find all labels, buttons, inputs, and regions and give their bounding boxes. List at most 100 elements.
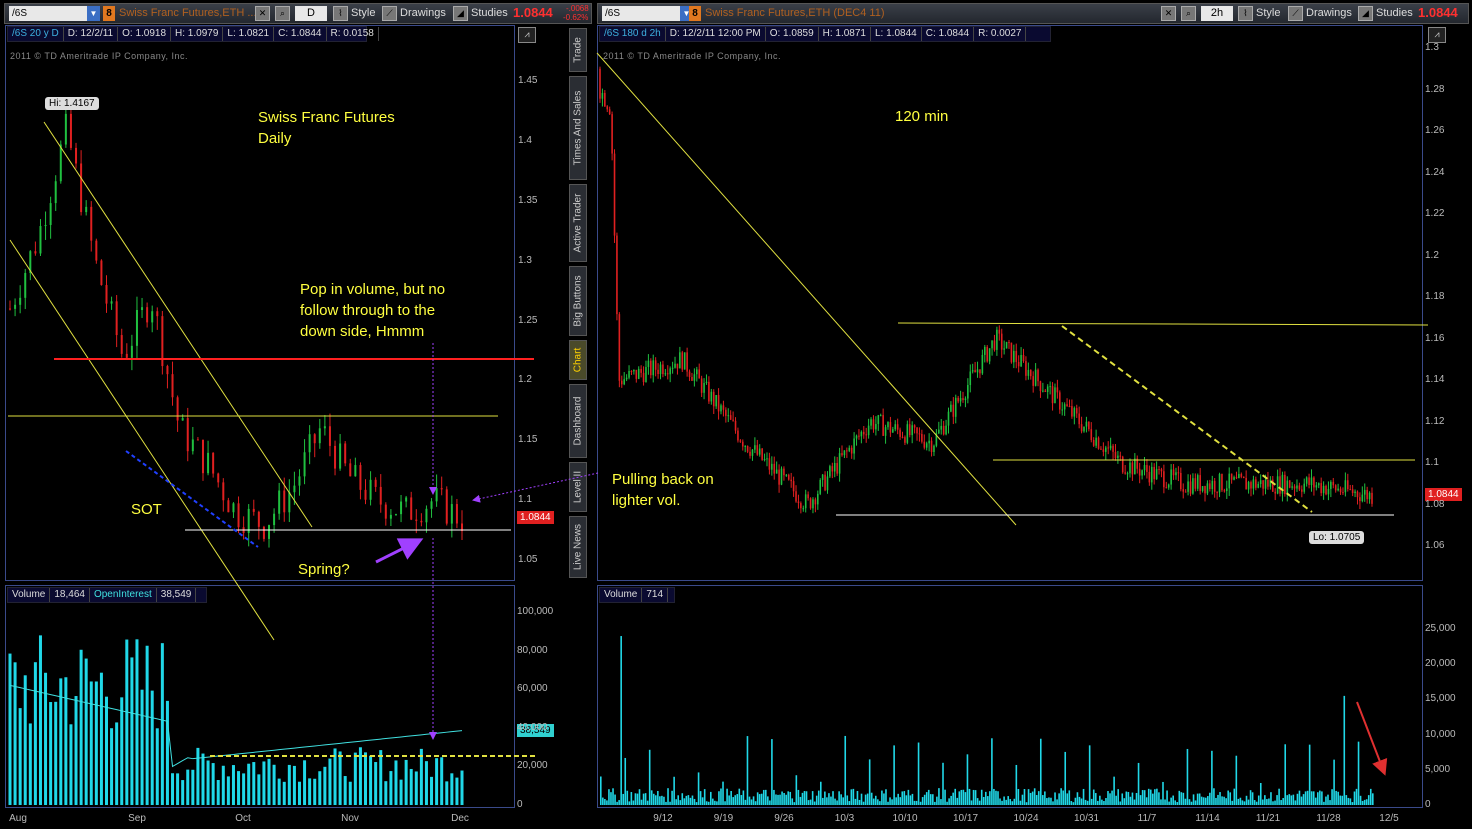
right-candle-body	[623, 379, 626, 385]
left-volume-bar	[272, 764, 276, 805]
right-volume-bar	[624, 757, 627, 805]
right-volume-bar	[1052, 801, 1054, 805]
right-candle-body	[1305, 477, 1308, 484]
right-candle-body	[1199, 475, 1201, 491]
right-volume-bar	[927, 789, 930, 805]
right-candle-body	[599, 68, 601, 99]
right-candle-body	[635, 369, 638, 379]
right-volume-bar	[885, 789, 887, 805]
right-candle-body	[1075, 408, 1078, 414]
left-x-tick: Dec	[451, 813, 469, 824]
right-candle-body	[705, 381, 708, 383]
right-candle-body	[1209, 483, 1211, 490]
left-volume-bar	[181, 780, 185, 805]
left-candle-body	[405, 497, 408, 502]
left-candle-body	[141, 307, 144, 310]
right-candle-body	[618, 314, 621, 381]
left-volume-bar	[23, 675, 27, 805]
right-volume-bar	[1306, 790, 1309, 805]
right-candle-body	[647, 360, 650, 368]
right-volume-bar	[793, 802, 796, 805]
right-candle-body	[1163, 471, 1165, 488]
left-volume-bar	[18, 708, 22, 805]
right-volume-bar	[913, 800, 916, 805]
right-volume-bar	[1302, 794, 1305, 805]
right-volume-bar	[879, 801, 881, 805]
right-volume-bar	[940, 799, 942, 805]
right-volume-bar	[746, 736, 749, 805]
right-candle-body	[1257, 483, 1260, 488]
right-candle-body	[1211, 480, 1214, 490]
right-volume-bar	[1072, 802, 1075, 805]
right-candle-body	[1334, 485, 1337, 491]
left-price-tick: 1.4	[518, 134, 532, 146]
left-volume-bar	[237, 771, 241, 805]
right-candle-body	[606, 106, 609, 110]
right-volume-bar	[1251, 792, 1254, 805]
right-volume-bar	[604, 798, 606, 805]
right-volume-bar	[1223, 796, 1225, 805]
left-candle-body	[176, 397, 179, 421]
right-volume-bar	[742, 790, 745, 805]
right-volume-tick: 20,000	[1425, 658, 1456, 670]
left-volume-bar	[358, 747, 362, 805]
lo-label: Lo: 1.0705	[1309, 531, 1365, 544]
right-candle-body	[1296, 485, 1298, 489]
right-volume-bar	[895, 797, 897, 805]
right-candle-body	[785, 474, 788, 476]
right-volume-bar	[1359, 795, 1362, 805]
right-candle-body	[710, 391, 713, 402]
right-candle-body	[1044, 390, 1047, 392]
left-candle-body	[156, 311, 159, 317]
left-candle-body	[151, 311, 154, 323]
right-x-tick: 10/17	[952, 813, 979, 824]
left-volume-bar	[155, 728, 159, 805]
right-volume-bar	[1209, 792, 1211, 805]
right-volume-bar	[919, 801, 922, 805]
right-volume-bar	[1046, 798, 1048, 805]
right-candle-body	[1061, 409, 1064, 411]
right-volume-bar	[846, 795, 849, 805]
right-price-tick: 1.26	[1425, 125, 1445, 136]
right-volume-bar	[1035, 795, 1038, 805]
cross-panel-arrow	[472, 472, 599, 503]
right-volume-bar	[799, 796, 802, 805]
right-candle-body	[1017, 362, 1020, 367]
right-volume-bar	[1060, 788, 1062, 805]
right-candle-body	[1013, 350, 1015, 363]
left-price-tick: 1.25	[518, 314, 538, 326]
right-price-tick: 1.24	[1425, 166, 1445, 178]
right-volume-bar	[634, 793, 637, 805]
right-candle-body	[952, 404, 955, 417]
red-arrow	[1356, 701, 1388, 776]
right-candle-body	[940, 425, 943, 430]
right-candle-body	[1366, 489, 1368, 500]
right-candle-body	[1262, 480, 1264, 489]
left-price-tick: 1.35	[518, 194, 538, 206]
left-candle-body	[435, 488, 438, 502]
left-candle-body	[262, 526, 265, 539]
left-candle-body	[44, 224, 47, 227]
right-volume-bar	[1113, 776, 1115, 805]
right-volume-bar	[1164, 799, 1166, 805]
right-candle-body	[954, 397, 957, 417]
chart-canvas	[8, 52, 1429, 805]
right-candle-body	[1015, 350, 1018, 363]
right-volume-bar	[781, 791, 783, 805]
right-candle-body	[693, 374, 696, 381]
right-volume-bar	[654, 795, 657, 805]
right-candle-body	[717, 395, 720, 412]
left-price-tick: 1.2	[518, 374, 532, 386]
right-volume-bar	[1152, 793, 1154, 805]
right-volume-bar	[718, 791, 720, 805]
right-volume-bar	[1266, 799, 1268, 805]
right-candle-body	[1008, 342, 1010, 344]
right-candle-body	[783, 468, 785, 476]
right-volume-bar	[889, 797, 891, 805]
right-candle-body	[744, 445, 747, 447]
right-volume-bar	[899, 797, 902, 805]
right-top-line	[897, 322, 1429, 326]
right-candle-body	[630, 370, 633, 372]
left-volume-bar	[226, 776, 230, 805]
right-candle-body	[768, 458, 771, 470]
